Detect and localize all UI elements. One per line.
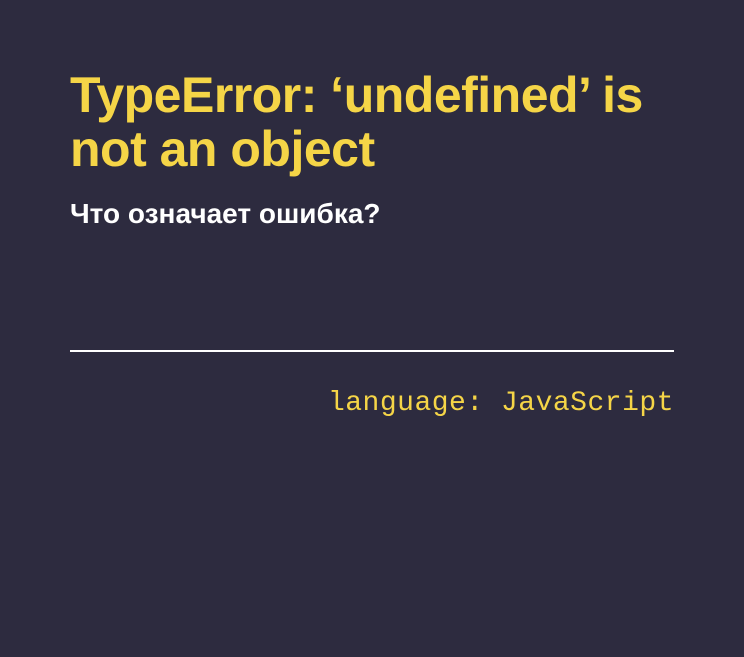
language-label: language: JavaScript <box>70 388 674 419</box>
error-title: TypeError: ‘undefined’ is not an object <box>70 68 674 176</box>
subtitle-question: Что означает ошибка? <box>70 196 674 232</box>
divider-line <box>70 350 674 352</box>
